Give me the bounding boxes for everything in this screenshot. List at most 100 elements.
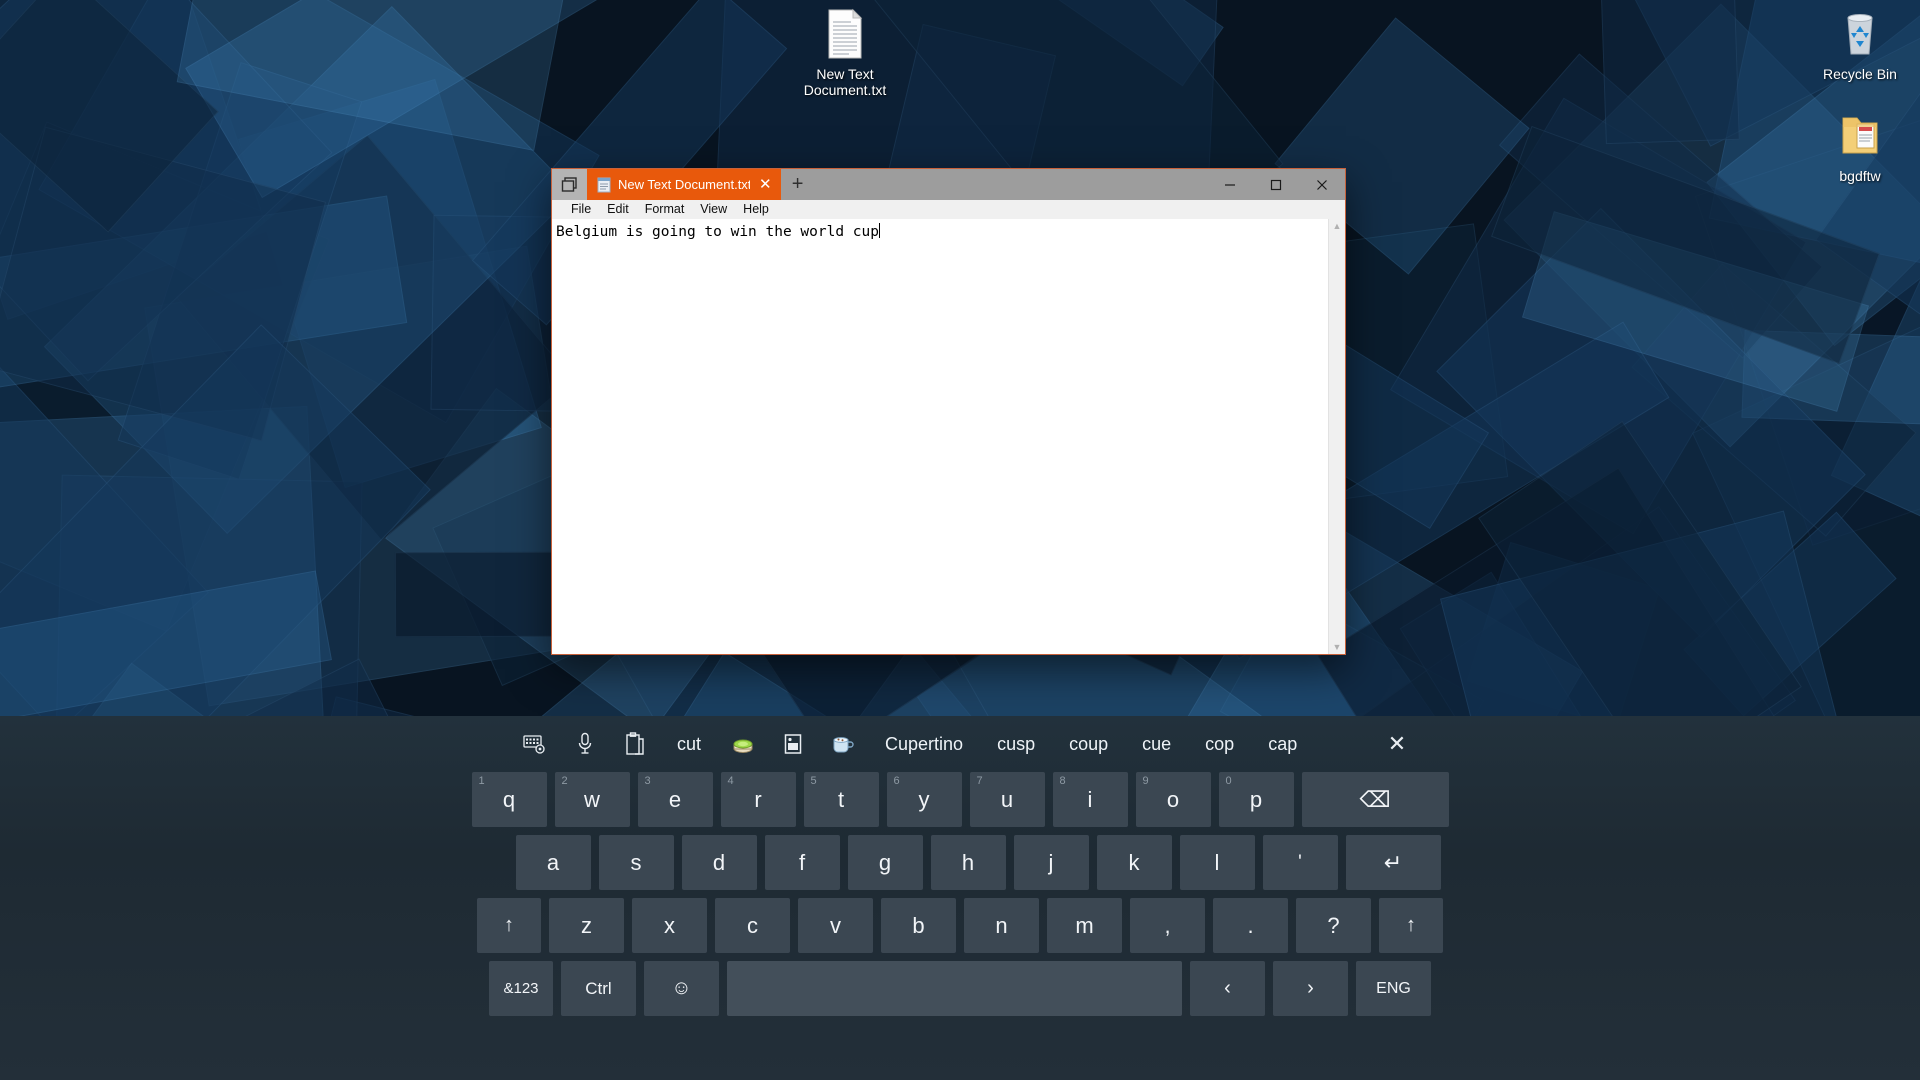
suggestion-word-0[interactable]: Cupertino	[868, 724, 980, 764]
suggestion-word-3[interactable]: cue	[1125, 724, 1188, 764]
scroll-down-icon[interactable]: ▼	[1333, 642, 1342, 652]
key-f[interactable]: f	[764, 835, 840, 890]
text-caret	[879, 223, 881, 238]
key-q[interactable]: 1q	[471, 772, 547, 827]
microphone-icon[interactable]	[560, 724, 610, 764]
key-num-hint: 9	[1142, 775, 1149, 787]
desktop-icon-new-text-document[interactable]: New Text Document.txt	[785, 8, 905, 98]
key-apostrophe[interactable]: '	[1262, 835, 1338, 890]
key-s[interactable]: s	[598, 835, 674, 890]
key-label: '	[1298, 851, 1302, 873]
new-tab-button[interactable]: +	[781, 169, 815, 200]
key-x[interactable]: x	[632, 898, 707, 953]
key-enter[interactable]: ↵	[1345, 835, 1441, 890]
menu-item-format[interactable]: Format	[637, 200, 693, 219]
key-b[interactable]: b	[881, 898, 956, 953]
coffee-cup-emoji[interactable]	[818, 724, 868, 764]
key-y[interactable]: 6y	[886, 772, 962, 827]
key-label: k	[1128, 849, 1140, 875]
key-label: b	[912, 912, 925, 938]
key-u[interactable]: 7u	[969, 772, 1045, 827]
touch-keyboard: cut Cupertino cusp coup cue cop cap ✕ 1 …	[0, 716, 1920, 1080]
key-a[interactable]: a	[515, 835, 591, 890]
folder-icon	[1800, 110, 1920, 162]
keyboard-close-icon[interactable]: ✕	[1377, 724, 1417, 764]
key-num-hint: 7	[976, 775, 983, 787]
key-arrow-right[interactable]: ›	[1273, 961, 1348, 1016]
clipboard-item-cut[interactable]: cut	[660, 724, 718, 764]
key-ctrl[interactable]: Ctrl	[561, 961, 636, 1016]
key-t[interactable]: 5t	[803, 772, 879, 827]
key-i[interactable]: 8i	[1052, 772, 1128, 827]
key-r[interactable]: 4r	[720, 772, 796, 827]
key-label: c	[747, 912, 758, 938]
key-label: j	[1048, 849, 1054, 875]
key-period[interactable]: .	[1213, 898, 1288, 953]
key-symbols[interactable]: &123	[489, 961, 553, 1016]
suggestion-word-5[interactable]: cap	[1251, 724, 1314, 764]
desktop-icon-label: Recycle Bin	[1823, 66, 1897, 82]
minimize-button[interactable]	[1207, 169, 1253, 200]
key-num-hint: 2	[561, 775, 568, 787]
key-emoji[interactable]: ☺	[644, 961, 719, 1016]
suggestion-word-2[interactable]: coup	[1052, 724, 1125, 764]
key-k[interactable]: k	[1096, 835, 1172, 890]
key-num-hint: 8	[1059, 775, 1066, 787]
vertical-scrollbar[interactable]: ▲ ▼	[1328, 219, 1345, 654]
menu-item-view[interactable]: View	[692, 200, 735, 219]
key-g[interactable]: g	[847, 835, 923, 890]
desktop-icon-bgdftw[interactable]: bgdftw	[1800, 110, 1920, 184]
image-thumbnail[interactable]	[768, 724, 818, 764]
scroll-up-icon[interactable]: ▲	[1333, 221, 1342, 231]
menu-item-help[interactable]: Help	[735, 200, 777, 219]
key-c[interactable]: c	[715, 898, 790, 953]
key-w[interactable]: 2w	[554, 772, 630, 827]
key-z[interactable]: z	[549, 898, 624, 953]
key-label: ,	[1164, 912, 1171, 938]
cake-emoji[interactable]	[718, 724, 768, 764]
key-l[interactable]: l	[1179, 835, 1255, 890]
key-label: o	[1166, 786, 1180, 812]
key-label: m	[1075, 912, 1094, 938]
key-shift-right[interactable]: ↑	[1379, 898, 1443, 953]
keyboard-settings-icon[interactable]	[510, 724, 560, 764]
menu-item-file[interactable]: File	[563, 200, 599, 219]
key-j[interactable]: j	[1013, 835, 1089, 890]
tab-close-icon[interactable]: ✕	[757, 177, 774, 192]
key-label: s	[630, 849, 642, 875]
desktop-icon-recycle-bin[interactable]: Recycle Bin	[1800, 8, 1920, 82]
clipboard-icon[interactable]	[610, 724, 660, 764]
tab-strip: New Text Document.txt ✕ +	[552, 169, 1345, 200]
key-p[interactable]: 0p	[1218, 772, 1294, 827]
menu-bar: File Edit Format View Help	[552, 200, 1345, 219]
notepad-window[interactable]: New Text Document.txt ✕ + File Edit Form…	[551, 168, 1346, 655]
key-m[interactable]: m	[1047, 898, 1122, 953]
key-d[interactable]: d	[681, 835, 757, 890]
key-o[interactable]: 9o	[1135, 772, 1211, 827]
suggestion-word-1[interactable]: cusp	[980, 724, 1052, 764]
key-h[interactable]: h	[930, 835, 1006, 890]
tab-new-text-document[interactable]: New Text Document.txt ✕	[587, 169, 781, 200]
maximize-button[interactable]	[1253, 169, 1299, 200]
key-arrow-left[interactable]: ‹	[1190, 961, 1265, 1016]
suggestion-word-4[interactable]: cop	[1188, 724, 1251, 764]
key-label: l	[1214, 849, 1220, 875]
key-question[interactable]: ?	[1296, 898, 1371, 953]
text-editor[interactable]: Belgium is going to win the world cup	[552, 219, 1328, 654]
key-space[interactable]	[727, 961, 1182, 1016]
tab-list-icon[interactable]	[552, 169, 587, 200]
key-backspace[interactable]: ⌫	[1301, 772, 1449, 827]
smiley-icon: ☺	[671, 977, 692, 999]
key-label: i	[1087, 786, 1093, 812]
key-v[interactable]: v	[798, 898, 873, 953]
key-shift-left[interactable]: ↑	[477, 898, 541, 953]
key-comma[interactable]: ,	[1130, 898, 1205, 953]
key-n[interactable]: n	[964, 898, 1039, 953]
key-language[interactable]: ENG	[1356, 961, 1431, 1016]
keyboard-row-1: 1q 2w 3e 4r 5t 6y 7u 8i 9o 0p ⌫	[0, 772, 1920, 827]
key-e[interactable]: 3e	[637, 772, 713, 827]
close-button[interactable]	[1299, 169, 1345, 200]
key-label: ENG	[1376, 979, 1411, 997]
menu-item-edit[interactable]: Edit	[599, 200, 637, 219]
key-label: w	[584, 786, 600, 812]
